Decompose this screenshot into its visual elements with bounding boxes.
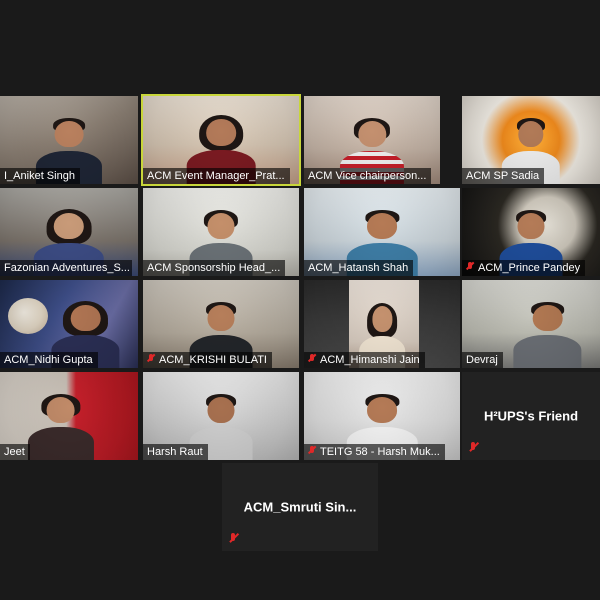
- video-tile-14[interactable]: Harsh Raut: [143, 372, 299, 460]
- doge-background-image: [8, 298, 48, 334]
- video-tile-5[interactable]: Fazonian Adventures_S...: [0, 188, 138, 276]
- participant-face: [358, 120, 386, 148]
- muted-mic-icon: [466, 262, 474, 272]
- video-tile-11[interactable]: ACM_Himanshi Jain: [304, 280, 460, 368]
- video-tile-6[interactable]: ACM Sponsorship Head_...: [143, 188, 299, 276]
- participant-name: ACM SP Sadia: [466, 170, 540, 182]
- participant-name-label: ACM SP Sadia: [462, 168, 545, 184]
- participant-name: I_Aniket Singh: [4, 170, 75, 182]
- participant-name-label: ACM_Prince Pandey: [462, 260, 586, 276]
- participant-name-label: ACM_Nidhi Gupta: [0, 352, 98, 368]
- participant-name: ACM Event Manager_Prat...: [147, 170, 285, 182]
- participant-display-name: ACM_Smruti Sin...: [243, 499, 357, 515]
- video-tile-15[interactable]: TEITG 58 - Harsh Muk...: [304, 372, 460, 460]
- participant-name-label: TEITG 58 - Harsh Muk...: [304, 444, 445, 460]
- muted-mic-icon: [228, 533, 238, 545]
- participant-name-label: Devraj: [462, 352, 503, 368]
- participant-name: Jeet: [4, 446, 25, 458]
- participant-name: ACM_Himanshi Jain: [320, 354, 420, 366]
- participant-name-label: ACM Event Manager_Prat...: [143, 168, 290, 184]
- participant-face: [207, 212, 235, 240]
- participant-display-name: H²UPS's Friend: [483, 408, 579, 424]
- participant-name-label: ACM Vice chairperson...: [304, 168, 432, 184]
- participant-name-label: ACM Sponsorship Head_...: [143, 260, 286, 276]
- video-tile-17[interactable]: ACM_Smruti Sin...: [222, 463, 378, 551]
- participant-face: [206, 118, 236, 147]
- participant-name-label: ACM_KRISHI BULATI: [143, 352, 272, 368]
- muted-mic-icon: [147, 354, 155, 364]
- participant-name: ACM_Prince Pandey: [478, 262, 581, 274]
- video-tile-2-active-speaker[interactable]: ACM Event Manager_Prat...: [141, 94, 301, 186]
- video-tile-16[interactable]: H²UPS's Friend: [462, 372, 600, 460]
- participant-name: Harsh Raut: [147, 446, 203, 458]
- participant-name-label: ACM_Himanshi Jain: [304, 352, 425, 368]
- participant-name: Fazonian Adventures_S...: [4, 262, 130, 274]
- video-tile-8[interactable]: ACM_Prince Pandey: [462, 188, 600, 276]
- participant-face: [70, 304, 101, 332]
- video-tile-12[interactable]: Devraj: [462, 280, 600, 368]
- participant-name: Devraj: [466, 354, 498, 366]
- participant-name-label: I_Aniket Singh: [0, 168, 80, 184]
- participant-face: [517, 212, 545, 240]
- gallery-grid: I_Aniket Singh ACM Event Manager_Prat...…: [0, 0, 600, 600]
- participant-face: [371, 306, 393, 333]
- participant-face: [366, 396, 398, 424]
- video-tile-7[interactable]: ACM_Hatansh Shah: [304, 188, 460, 276]
- muted-mic-icon: [308, 446, 316, 456]
- participant-name-label: Fazonian Adventures_S...: [0, 260, 133, 276]
- participant-name: ACM Vice chairperson...: [308, 170, 427, 182]
- participant-body: [513, 335, 582, 368]
- video-tile-10[interactable]: ACM_KRISHI BULATI: [143, 280, 299, 368]
- participant-face: [53, 212, 85, 240]
- participant-face: [532, 304, 563, 332]
- video-tile-9[interactable]: ACM_Nidhi Gupta: [0, 280, 138, 368]
- participant-name-label: Jeet: [0, 444, 30, 460]
- muted-mic-icon: [468, 442, 478, 454]
- muted-mic-icon: [308, 354, 316, 364]
- participant-video: [509, 302, 586, 368]
- participant-name: ACM_KRISHI BULATI: [159, 354, 267, 366]
- video-tile-3[interactable]: ACM Vice chairperson...: [304, 96, 440, 184]
- participant-name-label: ACM_Hatansh Shah: [304, 260, 414, 276]
- participant-body: [27, 427, 94, 460]
- participant-face: [366, 212, 398, 240]
- participant-face: [54, 120, 84, 148]
- participant-face: [207, 396, 235, 424]
- video-tile-1[interactable]: I_Aniket Singh: [0, 96, 138, 184]
- participant-name: TEITG 58 - Harsh Muk...: [320, 446, 440, 458]
- participant-face: [207, 304, 235, 332]
- participant-name: ACM_Nidhi Gupta: [4, 354, 93, 366]
- participant-face: [518, 120, 544, 148]
- participant-name-label: Harsh Raut: [143, 444, 208, 460]
- participant-name: ACM Sponsorship Head_...: [147, 262, 281, 274]
- participant-name: ACM_Hatansh Shah: [308, 262, 409, 274]
- video-tile-4[interactable]: ACM SP Sadia: [462, 96, 600, 184]
- video-tile-13[interactable]: Jeet: [0, 372, 138, 460]
- participant-face: [46, 396, 75, 424]
- participant-video: [23, 394, 98, 460]
